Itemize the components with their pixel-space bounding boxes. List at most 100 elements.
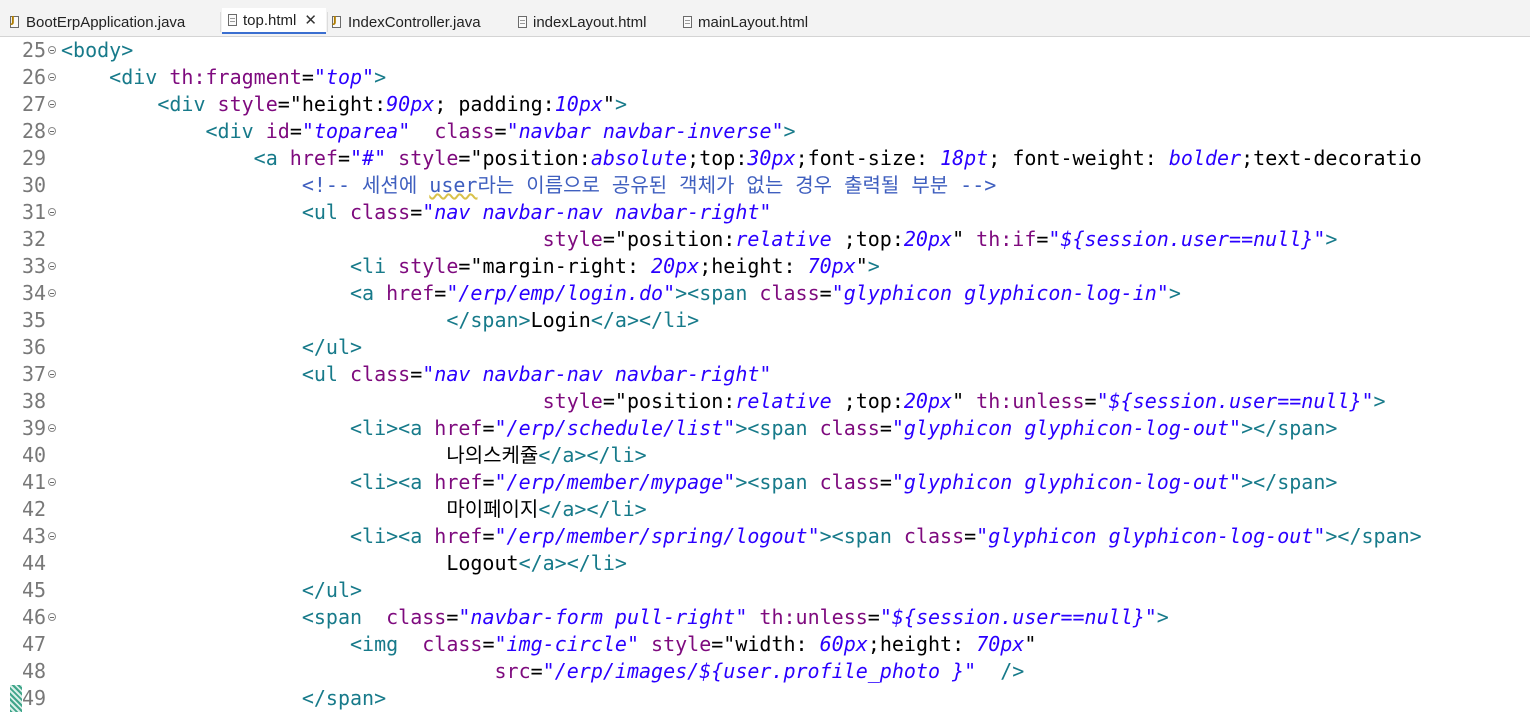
code-token: 10px: [554, 92, 603, 116]
code-text: <ul class="nav navbar-nav navbar-right": [61, 199, 772, 226]
code-token: =: [337, 146, 350, 170]
code-token: "navbar-form pull-right": [458, 605, 748, 629]
code-token: =: [879, 470, 892, 494]
code-token: "glyphicon glyphicon-log-in": [831, 281, 1169, 305]
code-line[interactable]: 46 <span class="navbar-form pull-right" …: [0, 604, 1530, 631]
java-file-icon: [10, 15, 20, 29]
code-token: href: [434, 524, 483, 548]
code-token: <a: [349, 281, 387, 305]
code-token: ></span>: [1241, 470, 1338, 494]
code-token: relative: [735, 227, 832, 251]
code-line[interactable]: 28 <div id="toparea" class="navbar navba…: [0, 118, 1530, 145]
code-token: class: [386, 605, 447, 629]
code-token: ;font-size:: [795, 146, 941, 170]
tab-label: mainLayout.html: [698, 13, 809, 31]
code-token: th:unless: [976, 389, 1085, 413]
fold-toggle-icon[interactable]: [48, 478, 56, 486]
code-line[interactable]: 26 <div th:fragment="top">: [0, 64, 1530, 91]
code-token: =: [819, 281, 832, 305]
code-token: "top": [313, 65, 375, 89]
fold-toggle-icon[interactable]: [48, 289, 56, 297]
tab-indexController-java[interactable]: IndexController.java: [332, 8, 481, 36]
fold-toggle-icon[interactable]: [48, 100, 56, 108]
tab-top-html[interactable]: top.html ✕: [222, 8, 326, 34]
code-line[interactable]: 49 </span>: [0, 685, 1530, 712]
code-token: ": [855, 254, 868, 278]
code-token: <div: [109, 65, 170, 89]
code-line[interactable]: 35 </span>Login</a></li>: [0, 307, 1530, 334]
code-token: class: [759, 281, 820, 305]
tab-indexLayout-html[interactable]: indexLayout.html: [518, 8, 646, 36]
code-line[interactable]: 38 style="position:relative ;top:20px" t…: [0, 388, 1530, 415]
code-line[interactable]: 47 <img class="img-circle" style="width:…: [0, 631, 1530, 658]
code-token: 60px: [819, 632, 868, 656]
line-number: 38: [22, 389, 47, 413]
code-line[interactable]: 42 마이페이지</a></li>: [0, 496, 1530, 523]
code-token: "glyphicon glyphicon-log-out": [891, 470, 1242, 494]
code-token: style: [398, 146, 459, 170]
code-line[interactable]: 36 </ul>: [0, 334, 1530, 361]
code-token: href: [289, 146, 338, 170]
code-token: "/erp/member/spring/logout": [494, 524, 820, 548]
fold-toggle-icon[interactable]: [48, 532, 56, 540]
code-line[interactable]: 48 src="/erp/images/${user.profile_photo…: [0, 658, 1530, 685]
code-token: >: [1168, 281, 1181, 305]
fold-toggle-icon[interactable]: [48, 127, 56, 135]
code-line[interactable]: 39 <li><a href="/erp/schedule/list"><spa…: [0, 415, 1530, 442]
close-icon[interactable]: ✕: [304, 11, 317, 29]
code-token: 70px: [976, 632, 1025, 656]
line-number: 40: [22, 443, 47, 467]
code-token: ="margin-right:: [458, 254, 652, 278]
fold-toggle-icon[interactable]: [48, 46, 56, 54]
fold-toggle-icon[interactable]: [48, 208, 56, 216]
code-token: 30px: [747, 146, 796, 170]
code-token: class: [350, 200, 411, 224]
code-line[interactable]: 37 <ul class="nav navbar-nav navbar-righ…: [0, 361, 1530, 388]
code-token: "/erp/member/mypage": [494, 470, 736, 494]
code-token: <div: [205, 119, 266, 143]
code-line[interactable]: 27 <div style="height:90px; padding:10px…: [0, 91, 1530, 118]
code-line[interactable]: 29 <a href="#" style="position:absolute;…: [0, 145, 1530, 172]
code-token: =: [446, 605, 459, 629]
code-token: "/erp/schedule/list": [494, 416, 736, 440]
code-token: =: [867, 605, 880, 629]
code-token: 20px: [903, 227, 953, 251]
fold-toggle-icon[interactable]: [48, 370, 56, 378]
code-line[interactable]: 32 style="position:relative ;top:20px" t…: [0, 226, 1530, 253]
code-line[interactable]: 44 Logout</a></li>: [0, 550, 1530, 577]
code-token: style: [398, 254, 459, 278]
code-editor[interactable]: 25 <body> 26 <div th:fragment="top"> 27 <di…: [0, 37, 1530, 712]
tab-mainLayout-html[interactable]: mainLayout.html: [683, 8, 808, 36]
code-text: <div id="toparea" class="navbar navbar-i…: [61, 118, 796, 145]
code-token: 라는 이름으로 공유된 객체가 없는 경우 출력될 부분 -->: [477, 173, 997, 197]
code-line[interactable]: 40 나의스케쥴</a></li>: [0, 442, 1530, 469]
line-number: 44: [22, 551, 47, 575]
code-token: =: [434, 281, 447, 305]
code-token: ="position:: [458, 146, 591, 170]
code-token: "nav navbar-nav navbar-right": [422, 200, 772, 224]
code-line[interactable]: 33 <li style="margin-right: 20px;height:…: [0, 253, 1530, 280]
code-line[interactable]: 30 <!-- 세션에 user라는 이름으로 공유된 객체가 없는 경우 출력…: [0, 172, 1530, 199]
code-text: style="position:relative ;top:20px" th:i…: [61, 226, 1338, 253]
code-line[interactable]: 34 <a href="/erp/emp/login.do"><span cla…: [0, 280, 1530, 307]
tab-bootErpApplication-java[interactable]: BootErpApplication.java: [10, 8, 185, 36]
code-line[interactable]: 43 <li><a href="/erp/member/spring/logou…: [0, 523, 1530, 550]
html-file-icon: [683, 16, 692, 28]
fold-toggle-icon[interactable]: [48, 424, 56, 432]
code-line[interactable]: 25 <body>: [0, 37, 1530, 64]
code-line[interactable]: 31 <ul class="nav navbar-nav navbar-righ…: [0, 199, 1530, 226]
fold-toggle-icon[interactable]: [48, 613, 56, 621]
fold-toggle-icon[interactable]: [48, 262, 56, 270]
code-token: "glyphicon glyphicon-log-out": [976, 524, 1326, 548]
code-line[interactable]: 41 <li><a href="/erp/member/mypage"><spa…: [0, 469, 1530, 496]
code-line[interactable]: 45 </ul>: [0, 577, 1530, 604]
fold-toggle-icon[interactable]: [48, 73, 56, 81]
